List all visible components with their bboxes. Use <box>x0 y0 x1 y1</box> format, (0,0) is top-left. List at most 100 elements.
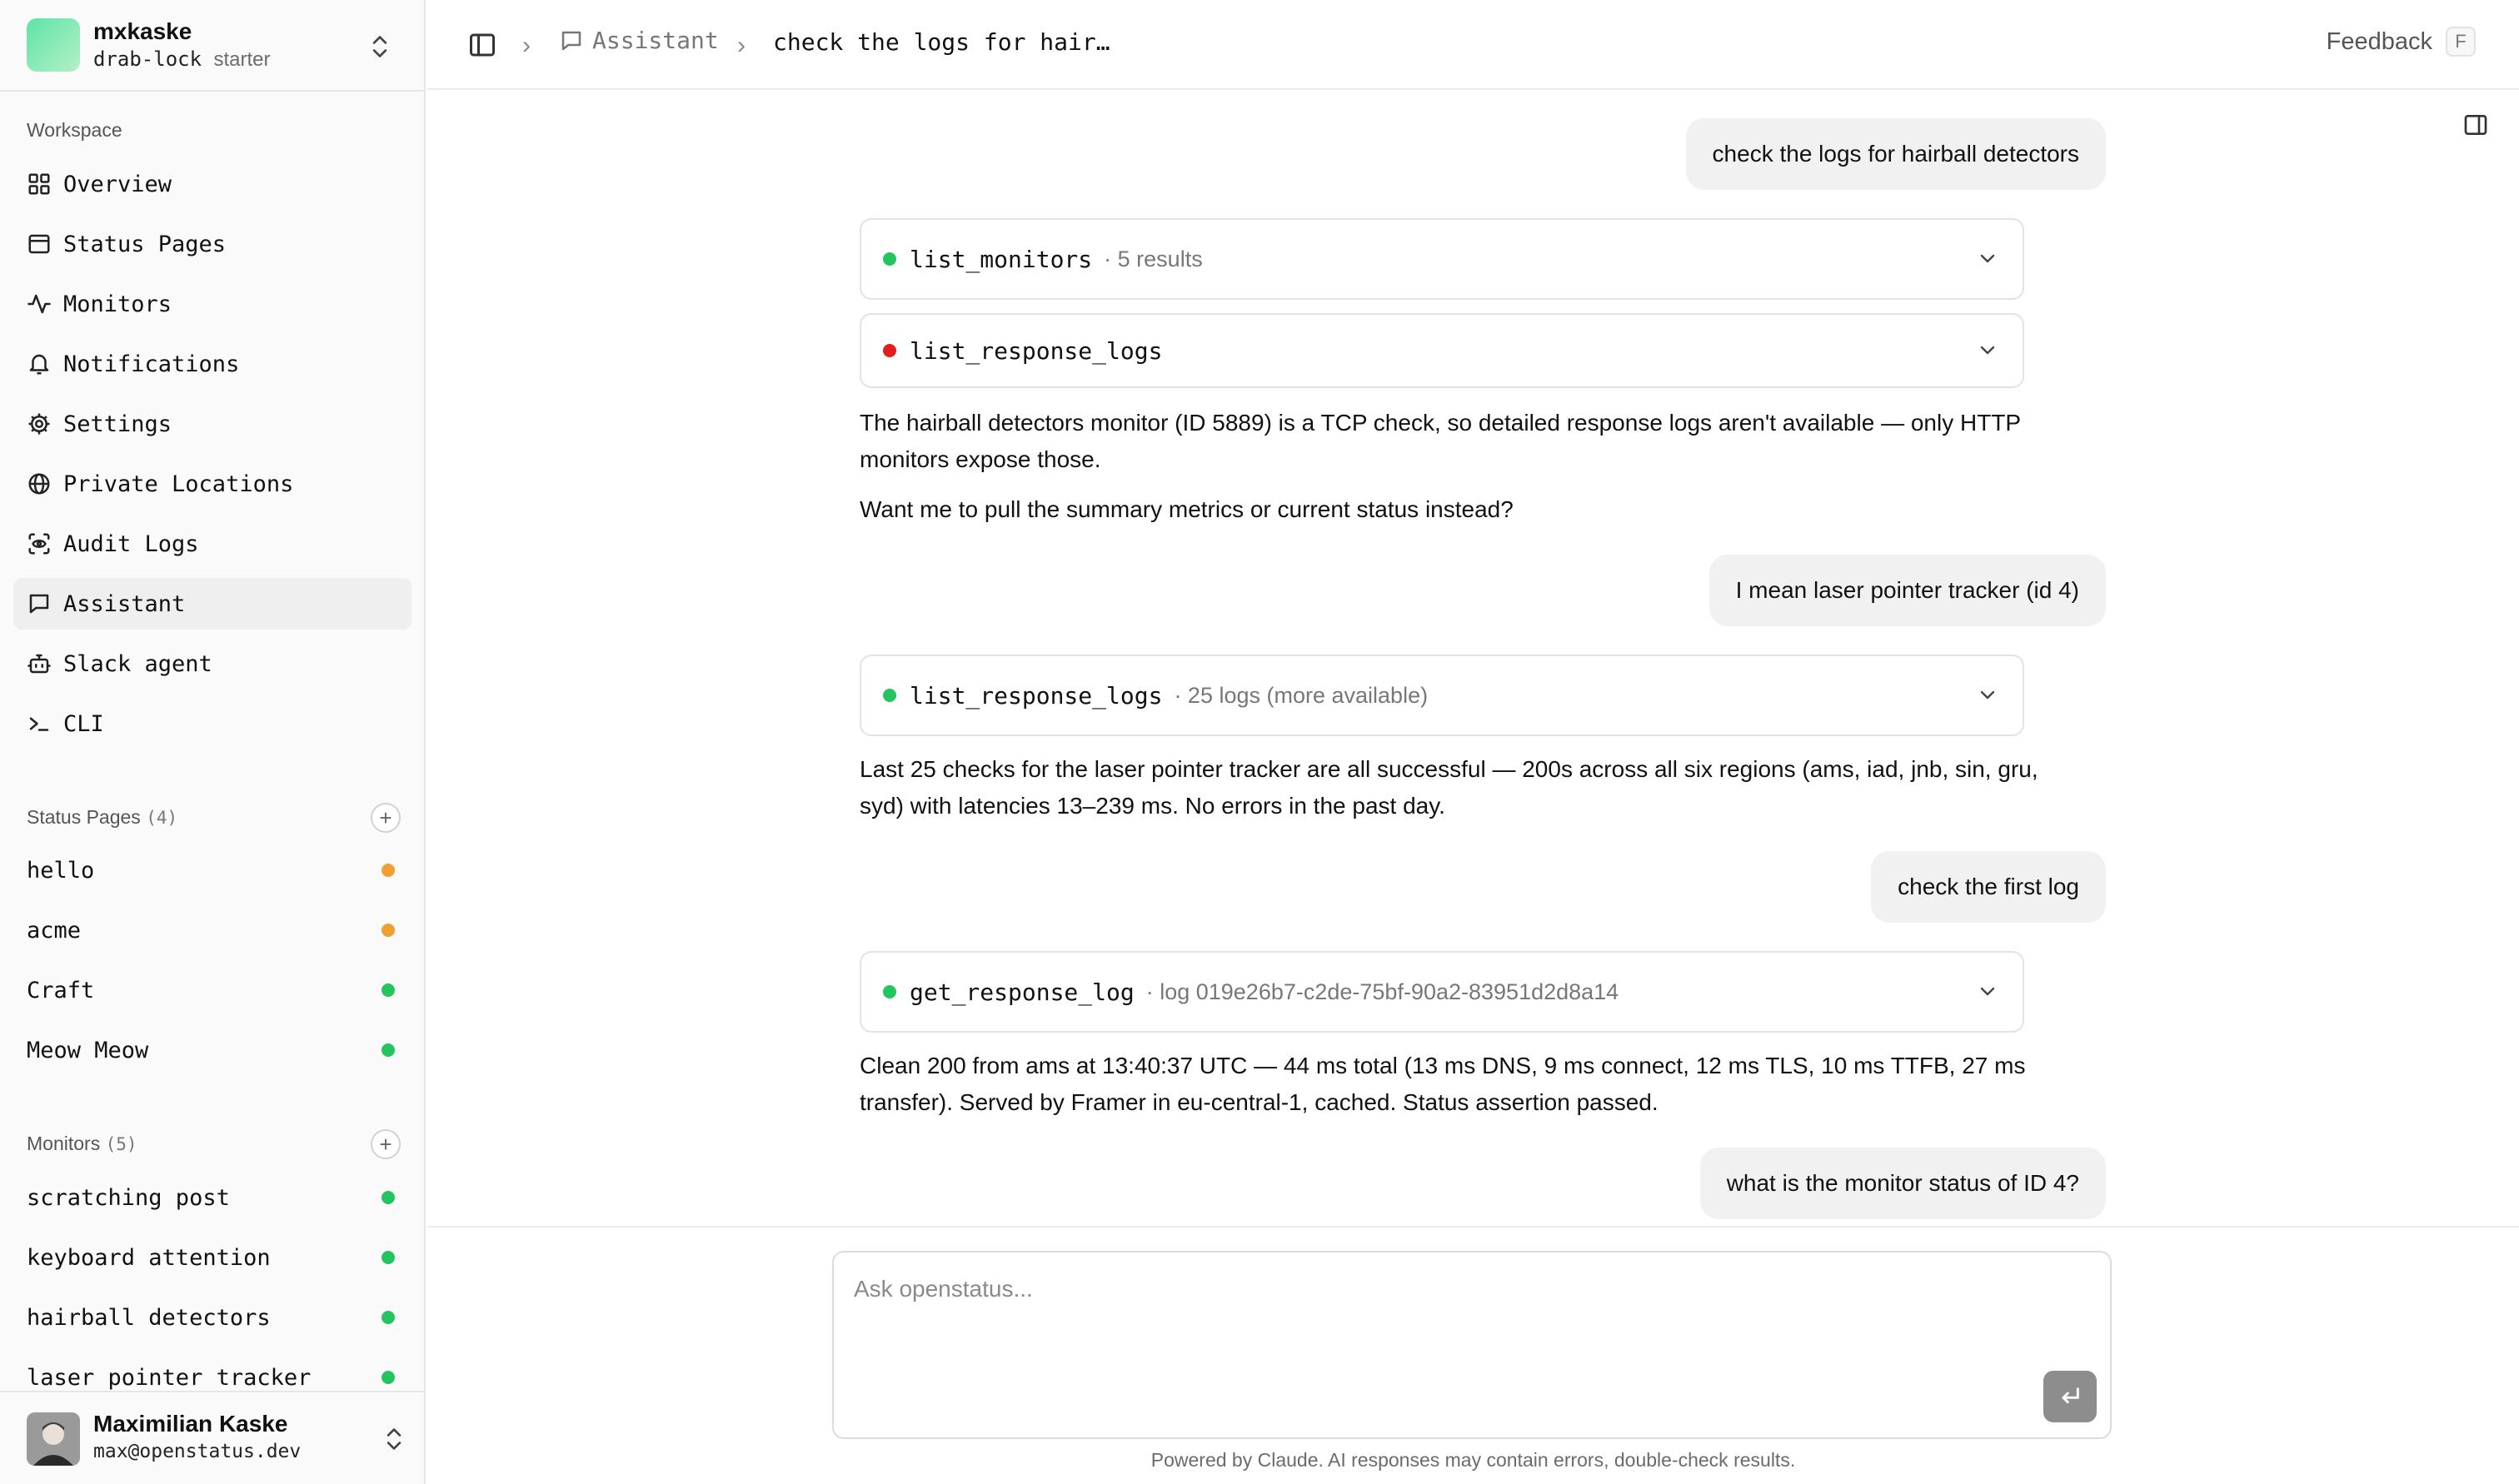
monitor-item[interactable]: scratching post <box>13 1172 412 1223</box>
gear-icon <box>25 410 53 438</box>
chevron-down-icon <box>1980 346 1995 355</box>
tool-call-card[interactable]: list_response_logs <box>860 313 2024 388</box>
status-dot <box>382 984 395 997</box>
enter-icon <box>2062 1387 2079 1404</box>
user-message: check the first log <box>1871 851 2106 923</box>
status-dot <box>382 1371 395 1384</box>
chevron-up-down-icon <box>387 1428 402 1450</box>
sidebar-divider <box>0 90 424 92</box>
nav-audit-logs[interactable]: Audit Logs <box>13 518 412 570</box>
user-menu[interactable]: Maximilian Kaske max@openstatus.dev <box>0 1391 424 1484</box>
tool-status-dot <box>883 344 896 357</box>
add-monitor-button[interactable]: + <box>371 1129 401 1159</box>
workspace-switcher[interactable]: mxkaske drab-lock starter <box>13 12 412 78</box>
monitor-label: scratching post <box>27 1184 230 1211</box>
monitor-item[interactable]: keyboard attention <box>13 1232 412 1283</box>
bell-icon <box>25 350 53 378</box>
tool-name: list_response_logs <box>910 336 1163 365</box>
monitor-label: hairball detectors <box>27 1304 271 1331</box>
monitors-section-label: Monitors (5) <box>27 1133 137 1155</box>
chevron-down-icon <box>1980 254 1995 263</box>
panel-right-icon[interactable] <box>2462 112 2489 138</box>
tool-call-card[interactable]: list_monitors · 5 results <box>860 218 2024 300</box>
nav-notifications[interactable]: Notifications <box>13 338 412 390</box>
tool-status-dot <box>883 689 896 702</box>
nav-label: Monitors <box>63 291 172 317</box>
sidebar: mxkaske drab-lock starter Workspace Over… <box>0 0 426 1484</box>
nav-cli[interactable]: CLI <box>13 698 412 749</box>
nav-label: Assistant <box>63 590 186 617</box>
nav-private-locations[interactable]: Private Locations <box>13 458 412 510</box>
tool-status-dot <box>883 252 896 266</box>
workspace-logo <box>27 18 80 72</box>
nav-label: Settings <box>63 411 172 437</box>
user-message: check the logs for hairball detectors <box>1685 118 2106 190</box>
status-dot <box>382 1191 395 1204</box>
feedback-label: Feedback <box>2326 27 2432 55</box>
chevron-up-down-icon <box>372 36 387 57</box>
tool-name: list_response_logs <box>910 681 1163 710</box>
nav-slack-agent[interactable]: Slack agent <box>13 638 412 690</box>
assistant-message: Last 25 checks for the laser pointer tra… <box>860 756 2038 819</box>
status-dot <box>382 1311 395 1324</box>
bot-icon <box>25 650 53 678</box>
composer-area: Powered by Claude. AI responses may cont… <box>427 1226 2519 1484</box>
workspace-plan: starter <box>213 47 271 71</box>
breadcrumb-chevron-icon: › <box>522 32 531 59</box>
monitor-item[interactable]: hairball detectors <box>13 1292 412 1343</box>
monitor-label: keyboard attention <box>27 1244 271 1271</box>
status-dot <box>382 1251 395 1264</box>
user-email: max@openstatus.dev <box>93 1441 302 1462</box>
user-name: Maximilian Kaske <box>93 1411 288 1437</box>
section-title: Monitors <box>27 1133 101 1154</box>
status-page-item[interactable]: hello <box>13 844 412 896</box>
tool-meta: · 5 results <box>1104 246 1203 271</box>
feedback-button[interactable]: Feedback F <box>2327 27 2476 57</box>
activity-icon <box>25 290 53 318</box>
tool-meta: · log 019e26b7-c2de-75bf-90a2-83951d2d8a… <box>1145 979 1619 1004</box>
workspace-name: mxkaske <box>93 17 192 44</box>
breadcrumb-assistant[interactable]: Assistant <box>559 27 719 54</box>
nav-overview[interactable]: Overview <box>13 158 412 210</box>
nav-assistant[interactable]: Assistant <box>13 578 412 630</box>
nav-monitors[interactable]: Monitors <box>13 278 412 330</box>
add-status-page-button[interactable]: + <box>371 803 401 833</box>
sidebar-toggle-icon[interactable] <box>467 30 497 60</box>
top-bar: › Assistant › check the logs for hair… F… <box>427 0 2519 90</box>
status-page-label: hello <box>27 857 95 884</box>
nav-settings[interactable]: Settings <box>13 398 412 450</box>
nav-label: Audit Logs <box>63 530 199 557</box>
avatar <box>27 1412 80 1466</box>
tool-name: get_response_log <box>910 978 1135 1006</box>
chevron-down-icon <box>1980 690 1995 700</box>
message-icon <box>25 590 53 618</box>
tool-call-card[interactable]: get_response_log · log 019e26b7-c2de-75b… <box>860 951 2024 1033</box>
nav-label: Overview <box>63 171 172 197</box>
nav-status-pages[interactable]: Status Pages <box>13 218 412 270</box>
breadcrumb-current: check the logs for hair… <box>773 28 1110 56</box>
feedback-shortcut: F <box>2446 27 2476 57</box>
breadcrumb-label: Assistant <box>592 27 719 54</box>
scan-eye-icon <box>25 530 53 558</box>
tool-call-card[interactable]: list_response_logs · 25 logs (more avail… <box>860 655 2024 736</box>
status-page-item[interactable]: Craft <box>13 964 412 1016</box>
workspace-slug: drab-lock <box>93 47 202 71</box>
message-icon <box>561 31 581 50</box>
tool-name: list_monitors <box>910 245 1093 273</box>
section-count: (5) <box>105 1134 137 1154</box>
status-page-item[interactable]: Meow Meow <box>13 1024 412 1076</box>
status-page-item[interactable]: acme <box>13 904 412 956</box>
terminal-icon <box>25 710 53 738</box>
workspace-section-label: Workspace <box>27 119 122 141</box>
window-icon <box>25 230 53 258</box>
assistant-message: Want me to pull the summary metrics or c… <box>860 496 1514 522</box>
nav-label: Private Locations <box>63 471 294 497</box>
chevron-down-icon <box>1980 987 1995 996</box>
status-dot <box>382 924 395 937</box>
chat-input[interactable] <box>854 1272 2020 1306</box>
status-pages-section-label: Status Pages (4) <box>27 806 177 829</box>
send-button[interactable] <box>2043 1371 2097 1422</box>
status-page-label: Meow Meow <box>27 1037 149 1063</box>
user-message: I mean laser pointer tracker (id 4) <box>1708 555 2106 626</box>
globe-icon <box>25 470 53 498</box>
